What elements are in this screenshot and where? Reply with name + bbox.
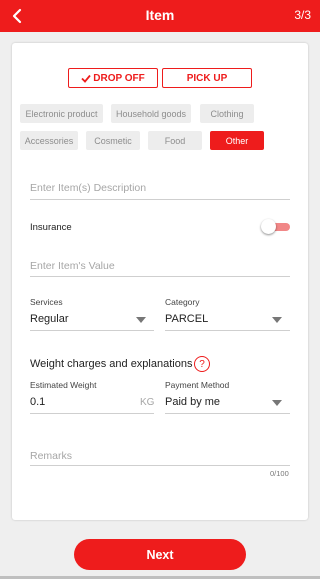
services-underline [30, 330, 154, 331]
chip-electronic-product[interactable]: Electronic product [20, 104, 103, 123]
services-select[interactable]: Regular [30, 313, 69, 325]
payment-method-label: Payment Method [165, 380, 230, 390]
payment-method-underline [165, 413, 290, 414]
insurance-toggle-knob[interactable] [261, 219, 276, 234]
page-title: Item [145, 7, 175, 23]
insurance-label: Insurance [30, 222, 72, 233]
item-form-card: DROP OFF PICK UP Electronic product Hous… [12, 43, 308, 520]
chip-accessories[interactable]: Accessories [20, 131, 78, 150]
category-select[interactable]: PARCEL [165, 313, 208, 325]
chip-other[interactable]: Other [210, 131, 264, 150]
item-value-input[interactable]: Enter Item's Value [30, 260, 115, 272]
weight-section-title: Weight charges and explanations [30, 358, 193, 370]
item-value-underline [30, 276, 290, 277]
weight-underline [30, 413, 154, 414]
chevron-down-icon[interactable] [136, 317, 146, 323]
category-underline [165, 330, 290, 331]
chevron-down-icon[interactable] [272, 317, 282, 323]
app-header: Item 3/3 [0, 0, 320, 32]
help-icon[interactable]: ? [194, 356, 210, 372]
category-label: Category [165, 297, 200, 307]
services-label: Services [30, 297, 63, 307]
drop-off-button[interactable]: DROP OFF [68, 68, 158, 88]
chip-food[interactable]: Food [148, 131, 202, 150]
weight-unit: KG [140, 397, 155, 408]
pick-up-label: PICK UP [186, 72, 228, 84]
check-icon [81, 74, 91, 83]
chevron-down-icon[interactable] [272, 400, 282, 406]
description-underline [30, 199, 290, 200]
remarks-counter: 0/100 [270, 469, 289, 478]
remarks-underline [30, 465, 290, 466]
drop-off-label: DROP OFF [93, 72, 145, 84]
remarks-input[interactable]: Remarks [30, 450, 72, 462]
pick-up-button[interactable]: PICK UP [162, 68, 252, 88]
weight-label: Estimated Weight [30, 380, 97, 390]
weight-input[interactable]: 0.1 [30, 396, 45, 408]
description-input[interactable]: Enter Item(s) Description [30, 182, 146, 194]
next-button[interactable]: Next [74, 539, 246, 570]
chip-cosmetic[interactable]: Cosmetic [86, 131, 140, 150]
chip-clothing[interactable]: Clothing [200, 104, 254, 123]
step-indicator: 3/3 [294, 8, 311, 22]
payment-method-select[interactable]: Paid by me [165, 396, 220, 408]
chip-household-goods[interactable]: Household goods [111, 104, 191, 123]
